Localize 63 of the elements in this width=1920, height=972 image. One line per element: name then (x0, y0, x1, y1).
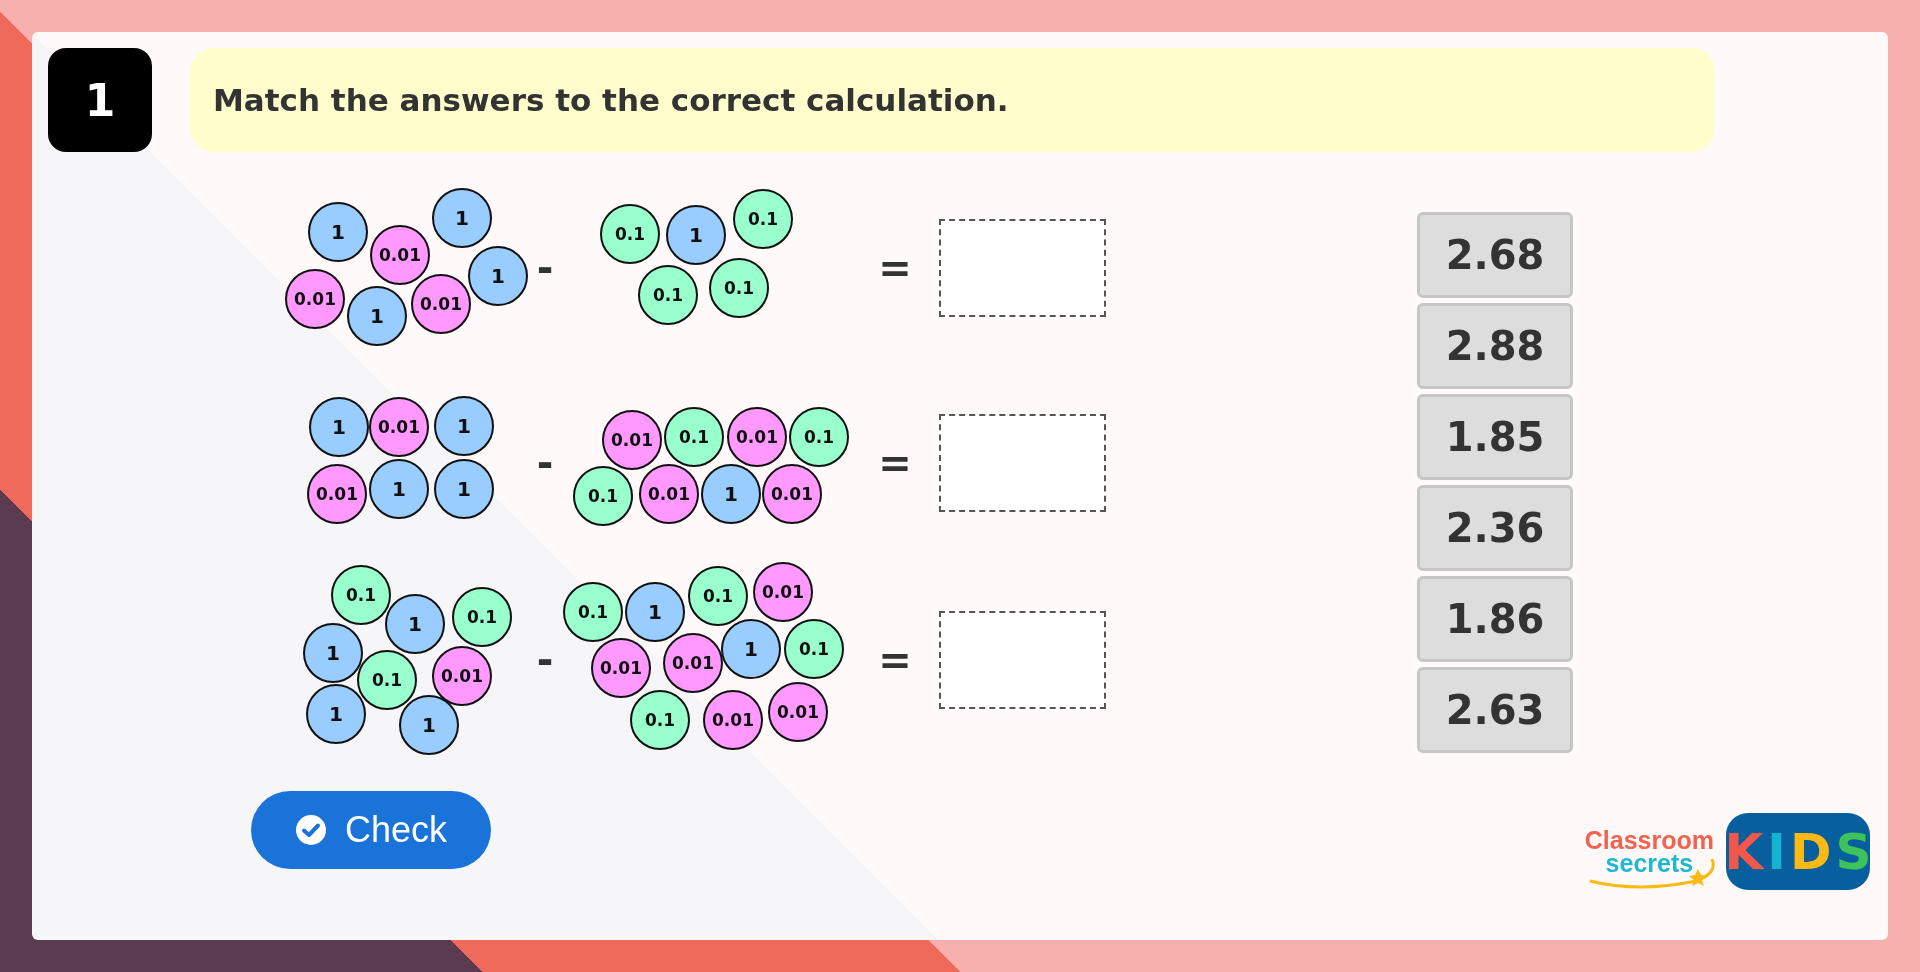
question-text: Match the answers to the correct calculation. (213, 82, 1009, 118)
logo-text: secrets (1605, 851, 1694, 874)
equals-sign: = (878, 244, 912, 291)
place-value-counter: 0.01 (370, 225, 430, 285)
place-value-counter: 0.1 (600, 204, 660, 264)
place-value-counter: 0.1 (709, 258, 769, 318)
place-value-counter: 0.1 (452, 587, 512, 647)
place-value-counter: 1 (625, 582, 685, 642)
place-value-counter: 0.1 (733, 189, 793, 249)
place-value-counter: 0.1 (638, 265, 698, 325)
logo-text: Classroom (1584, 829, 1714, 852)
minus-sign: - (536, 636, 554, 683)
place-value-counter: 1 (701, 464, 761, 524)
place-value-counter: 0.1 (784, 619, 844, 679)
place-value-counter: 0.01 (285, 269, 345, 329)
place-value-counter: 0.01 (432, 646, 492, 706)
equals-sign: = (878, 636, 912, 683)
equals-sign: = (878, 439, 912, 486)
place-value-counter: 1 (347, 286, 407, 346)
place-value-counter: 0.01 (703, 690, 763, 750)
place-value-counter: 0.01 (411, 274, 471, 334)
place-value-counter: 0.01 (591, 638, 651, 698)
place-value-counter: 0.01 (762, 464, 822, 524)
place-value-counter: 0.01 (663, 633, 723, 693)
place-value-counter: 1 (309, 397, 369, 457)
place-value-counter: 1 (369, 459, 429, 519)
place-value-counter: 0.01 (639, 464, 699, 524)
place-value-counter: 0.1 (331, 565, 391, 625)
place-value-counter: 1 (432, 188, 492, 248)
place-value-counter: 1 (666, 205, 726, 265)
place-value-counter: 0.01 (369, 397, 429, 457)
question-number: 1 (48, 48, 152, 152)
place-value-counter: 0.01 (727, 407, 787, 467)
answer-tile[interactable]: 2.36 (1417, 485, 1573, 571)
place-value-counter: 0.01 (307, 464, 367, 524)
kids-logo: KI DS (1726, 813, 1870, 890)
place-value-counter: 1 (721, 619, 781, 679)
place-value-counter: 1 (306, 684, 366, 744)
place-value-counter: 0.1 (688, 566, 748, 626)
place-value-counter: 0.01 (768, 682, 828, 742)
place-value-counter: 1 (303, 623, 363, 683)
minus-sign: - (536, 244, 554, 291)
place-value-counter: 0.1 (630, 690, 690, 750)
place-value-counter: 0.1 (664, 407, 724, 467)
place-value-counter: 0.1 (357, 650, 417, 710)
answer-tile[interactable]: 1.85 (1417, 394, 1573, 480)
place-value-counter: 1 (308, 202, 368, 262)
place-value-counter: 0.1 (563, 582, 623, 642)
answer-tile[interactable]: 2.68 (1417, 212, 1573, 298)
answer-tile[interactable]: 2.88 (1417, 303, 1573, 389)
place-value-counter: 0.1 (789, 407, 849, 467)
place-value-counter: 1 (468, 246, 528, 306)
answer-tile[interactable]: 2.63 (1417, 667, 1573, 753)
place-value-counter: 1 (385, 594, 445, 654)
place-value-counter: 1 (434, 396, 494, 456)
place-value-counter: 0.01 (753, 562, 813, 622)
answer-tile[interactable]: 1.86 (1417, 576, 1573, 662)
place-value-counter: 1 (399, 695, 459, 755)
place-value-counter: 0.1 (573, 466, 633, 526)
place-value-counter: 1 (434, 459, 494, 519)
place-value-counter: 0.01 (602, 410, 662, 470)
minus-sign: - (536, 439, 554, 486)
check-button[interactable]: Check (251, 791, 491, 869)
